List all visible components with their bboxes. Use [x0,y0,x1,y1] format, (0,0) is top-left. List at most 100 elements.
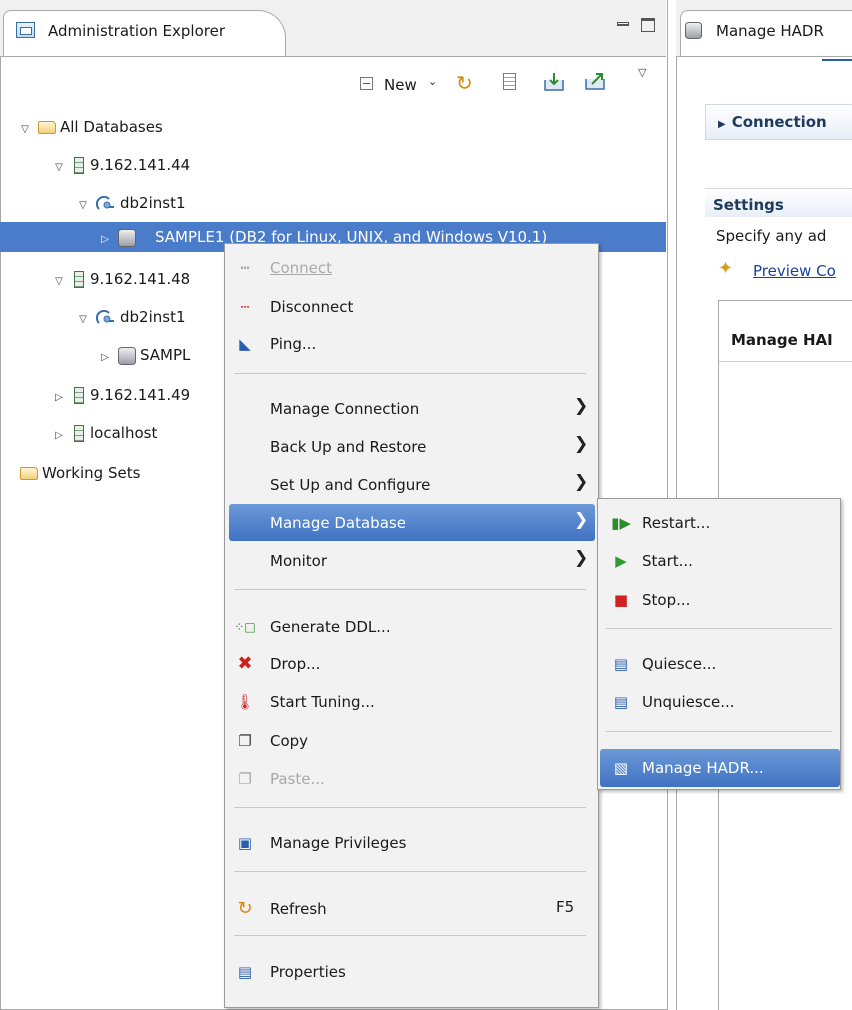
drop-icon: ✖ [237,653,253,674]
tree-item-label: 9.162.141.44 [90,156,191,174]
paste-icon: ❐ [238,770,252,788]
server-icon [74,387,84,404]
menu-item-drop[interactable]: Drop... [270,653,320,675]
tree-item-working-sets[interactable]: Working Sets [20,459,140,487]
collapsed-twisty-icon[interactable]: ▷ [52,384,66,412]
menu-item-monitor[interactable]: Monitor [270,550,327,572]
instance-icon [96,309,114,324]
tree-item-host-48[interactable]: ▽ 9.162.141.48 [18,265,190,293]
menu-item-manage-privileges[interactable]: Manage Privileges [270,832,406,854]
view-menu-icon[interactable]: ▽ [638,66,646,79]
thermometer-icon: 🌡 [235,693,255,711]
tree-item-host-44[interactable]: ▽ 9.162.141.44 [52,151,190,179]
tab-underline [822,59,852,61]
properties-icon: ▤ [237,963,253,981]
manage-hadr-icon: ▧ [613,759,629,777]
submenu-item-restart[interactable]: Restart... [642,512,710,534]
server-icon [74,425,84,442]
collapsed-twisty-icon[interactable]: ▷ [52,422,66,450]
menu-item-ping[interactable]: Ping... [270,333,316,355]
settings-description: Specify any ad [716,227,827,245]
menu-item-manage-connection[interactable]: Manage Connection [270,398,419,420]
menu-item-back-up-and-restore[interactable]: Back Up and Restore [270,436,426,458]
menu-item-start-tuning[interactable]: Start Tuning... [270,691,375,713]
tree-item-label: 9.162.141.49 [90,386,191,404]
tree-item-label: All Databases [60,118,163,136]
explorer-toolbar [0,57,666,103]
server-icon [74,271,84,288]
expanded-twisty-icon[interactable]: ▽ [52,268,66,296]
menu-separator [234,871,586,872]
database-icon [118,346,136,365]
folder-open-icon [38,121,56,134]
tree-item-instance-db2inst1[interactable]: ▽ db2inst1 [76,189,186,220]
manage-hadr-panel-title: Manage HAI [731,331,833,349]
expanded-twisty-icon[interactable]: ▽ [76,192,90,220]
submenu-item-unquiesce[interactable]: Unquiesce... [642,691,735,713]
menu-item-paste[interactable]: Paste... [270,768,325,790]
collapsed-twisty-icon[interactable]: ▷ [98,344,112,372]
tree-item-label: SAMPL [140,346,191,364]
menu-separator [234,807,586,808]
menu-separator [234,589,586,590]
tree-item-localhost[interactable]: ▷ localhost [52,419,157,447]
expanded-twisty-icon[interactable]: ▽ [52,154,66,182]
tree-item-label: 9.162.141.48 [90,270,191,288]
submenu-item-start[interactable]: Start... [642,550,693,572]
menu-item-refresh[interactable]: Refresh [270,898,327,920]
tab-label: Manage HADR [716,22,824,40]
ping-icon: ◣ [239,335,251,353]
submenu-item-quiesce[interactable]: Quiesce... [642,653,716,675]
filter-list-icon[interactable] [503,73,516,90]
tree-item-host-49[interactable]: ▷ 9.162.141.49 [52,381,190,409]
menu-item-copy[interactable]: Copy [270,730,308,752]
refresh-shortcut: F5 [556,898,575,916]
minimize-view-button[interactable] [617,22,629,26]
expanded-twisty-icon[interactable]: ▽ [76,306,90,334]
collapsed-section-icon: ▶ [718,119,726,130]
tree-item-label: localhost [90,424,158,442]
menu-item-manage-database[interactable]: Manage Database [270,512,406,534]
collapse-all-button[interactable] [360,77,373,90]
menu-item-set-up-and-configure[interactable]: Set Up and Configure [270,474,430,496]
restart-icon: ▮▶ [611,514,631,532]
refresh-icon[interactable]: ↻ [456,71,473,95]
menu-item-properties[interactable]: Properties [270,961,346,983]
menu-item-generate-ddl[interactable]: Generate DDL... [270,616,391,638]
collapsed-twisty-icon[interactable]: ▷ [98,226,112,254]
tab-label: Administration Explorer [48,22,225,40]
stop-icon: ■ [613,591,629,609]
connection-section-title[interactable]: ▶ Connection [718,113,827,131]
preview-command-link[interactable]: Preview Co [753,262,836,280]
manage-database-submenu [597,498,841,790]
preview-command-icon: ✦ [718,258,734,279]
new-button[interactable]: New [384,76,417,94]
expanded-twisty-icon[interactable]: ▽ [18,116,32,144]
database-icon [685,22,702,39]
submenu-arrow-icon: ❯ [574,396,589,416]
submenu-item-manage-hadr[interactable]: Manage HADR... [642,757,764,779]
tree-item-sample-2[interactable]: ▷ SAMPL [98,341,190,369]
new-dropdown-arrow-icon[interactable]: ⌄ [428,75,437,88]
refresh-icon: ↻ [237,898,253,919]
folder-open-icon [20,467,38,480]
menu-separator [606,731,832,732]
menu-item-disconnect[interactable]: Disconnect [270,296,353,318]
server-icon [74,157,84,174]
menu-item-connect[interactable]: Connect [270,257,332,279]
menu-separator [606,628,832,629]
submenu-item-stop[interactable]: Stop... [642,589,690,611]
tree-item-all-databases[interactable]: ▽ All Databases [18,113,163,141]
quiesce-icon: ▤ [613,655,629,673]
export-icon[interactable] [584,71,606,91]
submenu-arrow-icon: ❯ [574,510,589,530]
tree-item-label: Working Sets [42,464,141,482]
tree-item-instance-db2inst1-2[interactable]: ▽ db2inst1 [76,303,185,334]
manage-privileges-icon: ▣ [237,834,253,852]
tree-item-label: db2inst1 [120,194,186,212]
tree-item-sample1[interactable]: ▷ [98,223,140,251]
import-icon[interactable] [543,72,565,92]
maximize-view-button[interactable] [641,18,655,32]
connect-icon: ┅ [240,259,250,277]
administration-explorer-icon [16,22,35,38]
